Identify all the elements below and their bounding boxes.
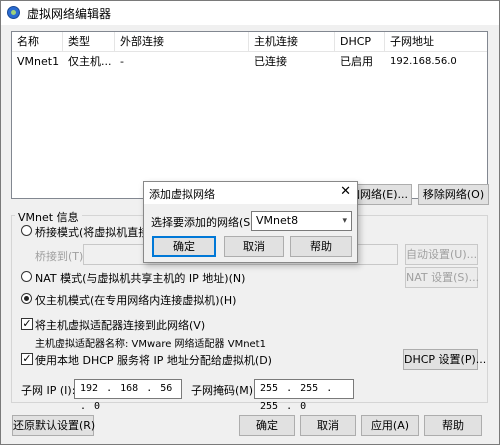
cell-subnet: 192.168.56.0 xyxy=(390,56,457,67)
vmware-network-icon xyxy=(7,6,20,19)
cancel-button[interactable]: 取消 xyxy=(300,415,356,436)
add-virtual-network-dialog: 添加虚拟网络 ✕ 选择要添加的网络(S): VMnet8 ▾ 确定 取消 帮助 xyxy=(143,181,358,263)
network-select[interactable]: VMnet8 ▾ xyxy=(251,211,352,231)
cell-name: VMnet1 xyxy=(17,55,60,68)
restore-defaults-button[interactable]: 还原默认设置(R) xyxy=(12,415,95,436)
bridge-to-label: 桥接到(T): xyxy=(35,250,88,263)
subnet-ip-label: 子网 IP (I): xyxy=(21,384,76,397)
list-header: 名称 类型 外部连接 主机连接 DHCP 子网地址 xyxy=(12,32,487,52)
connect-adapter-checkbox[interactable]: ✓ xyxy=(21,318,33,330)
select-network-label: 选择要添加的网络(S): xyxy=(151,216,259,229)
adapter-name-text: 主机虚拟适配器名称: VMware 网络适配器 VMnet1 xyxy=(35,339,266,350)
col-header-name[interactable]: 名称 xyxy=(12,32,63,52)
table-row[interactable]: VMnet1 仅主机... - 已连接 已启用 192.168.56.0 xyxy=(12,53,487,71)
col-header-type[interactable]: 类型 xyxy=(63,32,115,52)
bridge-mode-label: 桥接模式(将虚拟机直接连 xyxy=(35,226,161,239)
host-only-mode-radio[interactable] xyxy=(21,293,32,304)
use-dhcp-checkbox[interactable]: ✓ xyxy=(21,353,33,365)
subnet-ip-input[interactable]: 192 . 168 . 56 . 0 xyxy=(74,379,182,412)
remove-network-button[interactable]: 移除网络(O) xyxy=(418,184,489,205)
virtual-network-editor-window: 虚拟网络编辑器 名称 类型 外部连接 主机连接 DHCP 子网地址 VMnet1… xyxy=(0,0,500,445)
col-header-dhcp[interactable]: DHCP xyxy=(335,32,385,52)
connect-adapter-label: 将主机虚拟适配器连接到此网络(V) xyxy=(35,319,206,332)
help-button[interactable]: 帮助 xyxy=(424,415,482,436)
subnet-mask-input[interactable]: 255 . 255 . 255 . 0 xyxy=(254,379,354,412)
nat-mode-label: NAT 模式(与虚拟机共享主机的 IP 地址)(N) xyxy=(35,272,246,285)
use-dhcp-label: 使用本地 DHCP 服务将 IP 地址分配给虚拟机(D) xyxy=(35,354,272,367)
host-only-mode-label: 仅主机模式(在专用网络内连接虚拟机)(H) xyxy=(35,294,237,307)
chevron-down-icon: ▾ xyxy=(342,216,347,226)
vmnet-info-label: VMnet 信息 xyxy=(15,209,82,225)
auto-settings-button[interactable]: 自动设置(U)... xyxy=(405,244,478,265)
dialog-title-bar: 添加虚拟网络 ✕ xyxy=(144,182,357,204)
window-title: 虚拟网络编辑器 xyxy=(27,7,112,21)
network-list[interactable]: 名称 类型 外部连接 主机连接 DHCP 子网地址 VMnet1 仅主机... … xyxy=(11,31,488,199)
cell-type: 仅主机... xyxy=(68,55,112,68)
cell-dhcp: 已启用 xyxy=(340,55,373,68)
title-bar: 虚拟网络编辑器 xyxy=(1,1,499,25)
apply-button[interactable]: 应用(A) xyxy=(361,415,419,436)
col-header-host[interactable]: 主机连接 xyxy=(249,32,335,52)
dialog-ok-button[interactable]: 确定 xyxy=(152,236,216,257)
dialog-title: 添加虚拟网络 xyxy=(149,188,215,201)
network-select-value: VMnet8 xyxy=(256,214,299,227)
bridge-mode-radio[interactable] xyxy=(21,225,32,236)
ok-button[interactable]: 确定 xyxy=(239,415,295,436)
cell-host: 已连接 xyxy=(254,55,287,68)
nat-mode-radio[interactable] xyxy=(21,271,32,282)
subnet-mask-label: 子网掩码(M): xyxy=(191,384,257,397)
cell-external: - xyxy=(120,55,124,68)
nat-settings-button[interactable]: NAT 设置(S)... xyxy=(405,267,479,288)
col-header-external[interactable]: 外部连接 xyxy=(115,32,249,52)
dialog-cancel-button[interactable]: 取消 xyxy=(224,236,284,257)
dialog-help-button[interactable]: 帮助 xyxy=(290,236,352,257)
col-header-subnet[interactable]: 子网地址 xyxy=(385,32,489,52)
close-icon[interactable]: ✕ xyxy=(340,184,351,199)
dhcp-settings-button[interactable]: DHCP 设置(P)... xyxy=(403,349,486,370)
